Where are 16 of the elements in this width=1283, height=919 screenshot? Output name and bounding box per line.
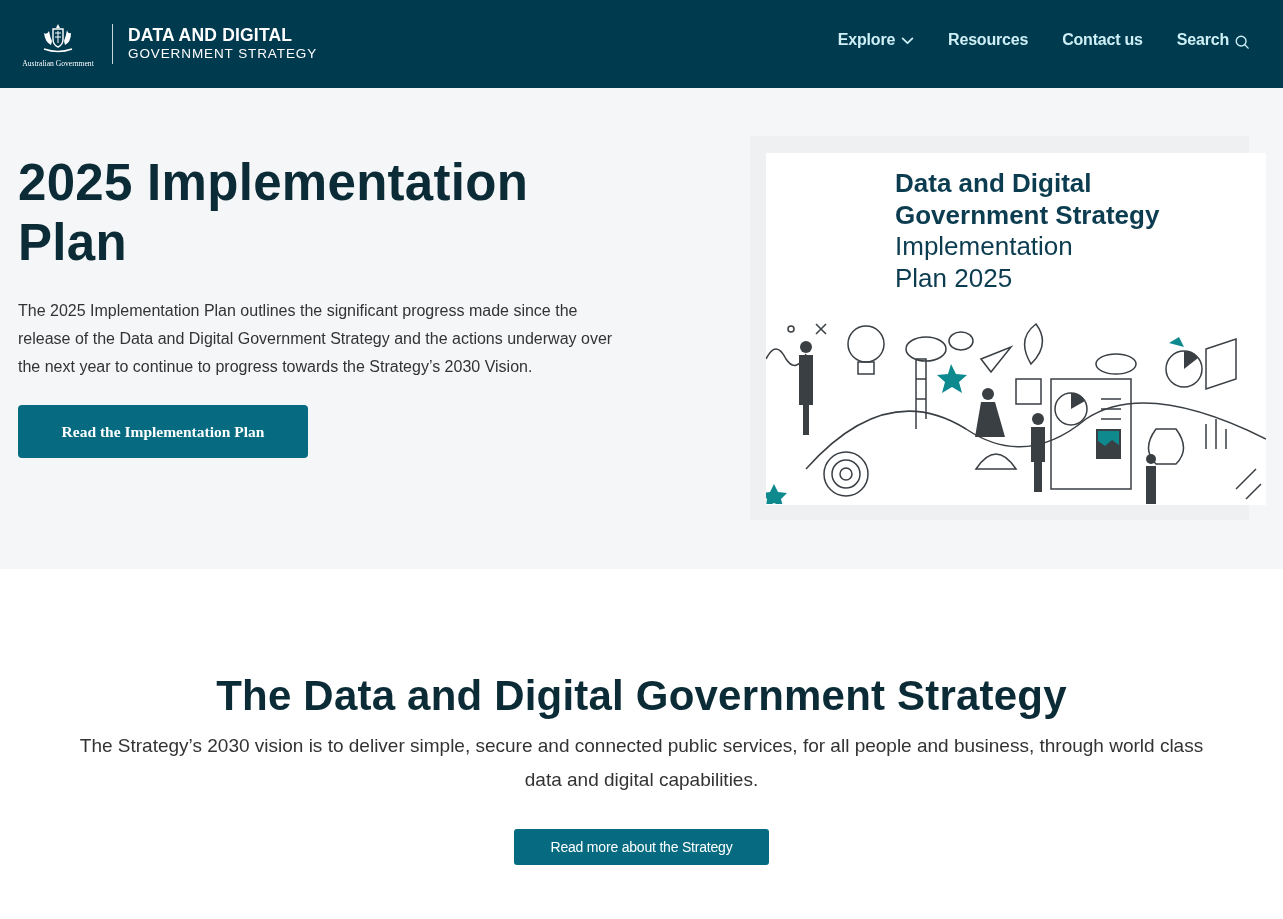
read-strategy-button[interactable]: Read more about the Strategy [514,829,769,865]
strategy-description: The Strategy’s 2030 vision is to deliver simple, secure and connected public services, for all people and business, through world class data and digital capabilities. [78,734,1205,792]
nav-link[interactable]: Contact us [1062,31,1143,49]
cover-title: Data and Digital Government Strategy [894,168,1160,231]
cover-subtitle: Implementation Plan 2025 [894,231,1073,294]
read-plan-button[interactable]: Read the Implementation Plan [18,405,308,458]
chevron-down-icon [901,37,915,45]
search-button[interactable]: Search [1176,31,1249,49]
site-subtitle: GOVERNMENT STRATEGY [128,45,318,63]
hero-title: 2025 Implementation Plan [18,153,530,273]
site-title: DATA AND DIGITAL [128,25,294,45]
explore-menu-button[interactable]: Explore [837,31,915,49]
hero-description: The 2025 Implementation Plan outlines the significant progress made since the release of the Data and Digital Government Strategy and the actions underway over the next year to continue to progress towards the Strategy’s 2030 Vision. [18,301,614,377]
nav-link[interactable]: Resources [948,31,1029,49]
search-icon [1235,34,1249,49]
strategy-title: The Data and Digital Government Strategy [216,671,1067,721]
